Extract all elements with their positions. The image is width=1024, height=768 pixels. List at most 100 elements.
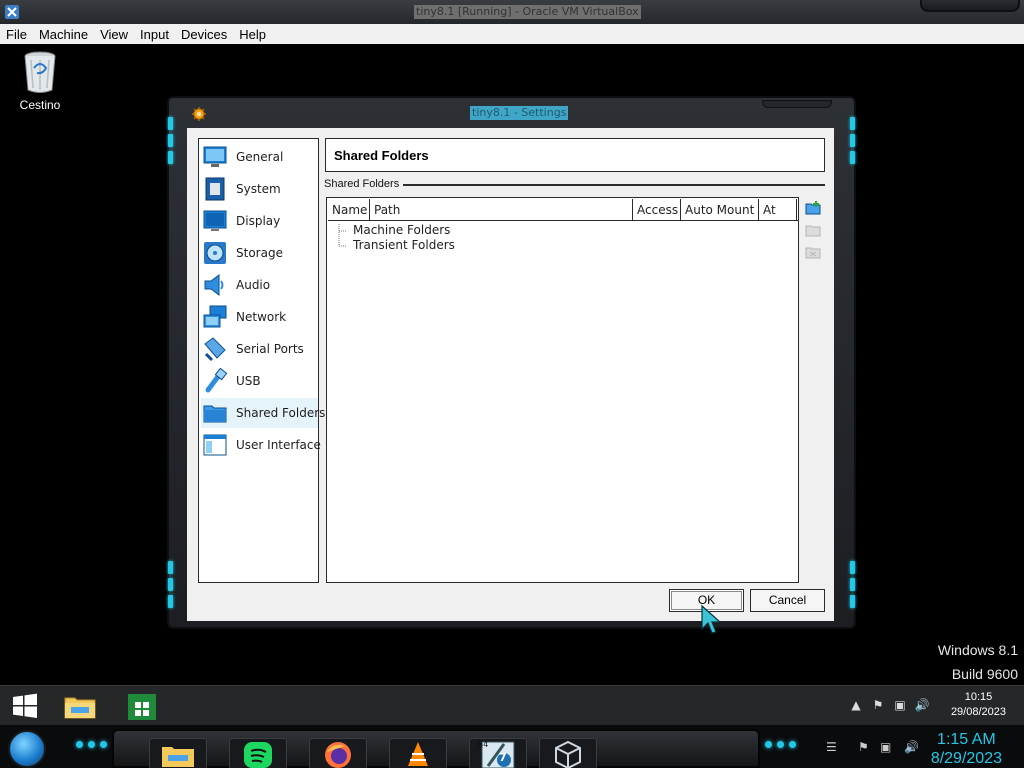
virtualbox-app-icon [5,5,19,19]
dock-badge-7: 7 [499,751,507,764]
menu-view[interactable]: View [94,27,134,42]
frame-accent [850,117,855,130]
dock-slot-virtualbox[interactable] [539,738,597,768]
dock-accent [789,741,796,748]
menu-machine[interactable]: Machine [33,27,94,42]
display-icon [203,210,227,231]
remove-shared-folder-icon[interactable] [805,244,821,260]
menu-file[interactable]: File [0,27,33,42]
host-network-icon[interactable]: ▣ [880,740,891,754]
host-clock[interactable]: 1:15 AM 8/29/2023 [931,730,1002,768]
dock-bar: 64 7 [112,729,760,768]
general-icon [203,146,227,167]
sidebar-item-shared-folders[interactable]: Shared Folders [201,398,325,428]
host-clock-time: 1:15 AM [937,731,996,748]
sidebar-item-system[interactable]: System [201,174,318,204]
host-dock: 64 7 [0,725,1024,768]
windows-start-icon[interactable] [11,692,39,720]
host-volume-icon[interactable]: 🔊 [904,740,919,754]
add-shared-folder-icon[interactable] [805,200,821,216]
dock-accent [76,741,83,748]
dock-badge-64: 64 [478,740,489,749]
sidebar-item-network[interactable]: Network [201,302,318,332]
frame-accent [168,561,173,574]
show-hidden-icons-icon[interactable]: ▲ [848,698,864,712]
host-menu-lines-icon[interactable]: ☰ [826,740,837,754]
column-header-access[interactable]: Access [633,199,681,221]
sidebar-item-label: Storage [236,246,283,260]
dock-accent [765,741,772,748]
settings-gear-icon [192,107,206,121]
dialog-title: tiny8.1 - Settings [470,106,569,120]
host-action-center-icon[interactable]: ⚑ [858,740,869,754]
frame-accent [168,595,173,608]
network-status-icon[interactable]: ▣ [892,698,908,712]
taskbar-clock[interactable]: 10:15 29/08/2023 [951,690,1006,720]
column-header-path[interactable]: Path [370,199,633,221]
virtualbox-cube-icon [555,740,581,768]
dock-slot-winver[interactable]: 64 7 [469,738,527,768]
frame-accent [168,578,173,591]
page-title: Shared Folders [325,138,825,172]
sidebar-item-label: System [236,182,281,196]
dock-accent [88,741,95,748]
clock-date: 29/08/2023 [950,706,1006,718]
spotify-icon [244,742,272,768]
frame-accent [850,578,855,591]
sidebar-item-storage[interactable]: Storage [201,238,318,268]
file-explorer-icon[interactable] [62,690,98,722]
mouse-cursor-icon [701,604,722,634]
section-label: Shared Folders [324,178,400,190]
column-header-at[interactable]: At [759,199,797,221]
sidebar-item-label: Display [236,214,281,228]
shared-folders-icon [203,405,227,423]
audio-icon [204,274,224,296]
frame-accent [168,151,173,164]
dock-slot-vlc[interactable] [389,738,447,768]
tree-item-machine-folders[interactable]: Machine Folders [353,223,450,237]
sidebar-item-label: Shared Folders [236,406,326,420]
sidebar-item-general[interactable]: General [201,142,318,172]
sidebar-item-label: Network [236,310,287,324]
dock-slot-spotify[interactable] [229,738,287,768]
sidebar-item-audio[interactable]: Audio [201,270,318,300]
action-center-flag-icon[interactable]: ⚑ [870,698,886,712]
column-header-name[interactable]: Name [328,199,370,221]
shared-folders-table[interactable]: Name Path Access Auto Mount At Machine F… [326,197,799,583]
store-icon[interactable] [124,690,160,722]
frame-decoration [762,100,832,108]
sidebar-item-serial-ports[interactable]: Serial Ports [201,334,318,364]
menu-help[interactable]: Help [233,27,272,42]
sidebar-item-display[interactable]: Display [201,206,318,236]
edit-shared-folder-icon[interactable] [805,222,821,238]
host-menu-bar: File Machine View Input Devices Help [0,24,1024,44]
windows-version-text: Windows 8.1 [937,642,1018,658]
cancel-button[interactable]: Cancel [750,589,825,612]
serial-ports-icon [204,337,226,362]
dock-slot-explorer[interactable] [149,738,207,768]
dock-slot-firefox[interactable] [309,738,367,768]
frame-accent [168,117,173,130]
storage-icon [204,242,226,264]
guest-taskbar: ▲ ⚑ ▣ 🔊 10:15 29/08/2023 [0,685,1024,725]
sidebar-item-usb[interactable]: USB [201,366,318,396]
frame-accent [850,595,855,608]
frame-accent [850,561,855,574]
host-start-orb[interactable] [8,730,46,768]
folder-icon [162,747,194,767]
screen: tiny8.1 [Running] - Oracle VM VirtualBox… [0,0,1024,768]
column-header-auto-mount[interactable]: Auto Mount [681,199,759,221]
tree-connector-lines [338,224,347,247]
vlc-icon [408,742,428,766]
menu-devices[interactable]: Devices [175,27,233,42]
sidebar-item-label: User Interface [236,438,321,452]
sidebar-item-label: Audio [236,278,271,292]
volume-icon[interactable]: 🔊 [914,698,930,712]
firefox-icon [325,742,351,768]
recycle-bin-shortcut[interactable]: Cestino [14,50,66,112]
host-title-bar: tiny8.1 [Running] - Oracle VM VirtualBox [0,0,1024,24]
menu-input[interactable]: Input [134,27,175,42]
sidebar-item-user-interface[interactable]: User Interface [201,430,321,460]
sidebar-item-label: General [236,150,284,164]
tree-item-transient-folders[interactable]: Transient Folders [353,238,455,252]
